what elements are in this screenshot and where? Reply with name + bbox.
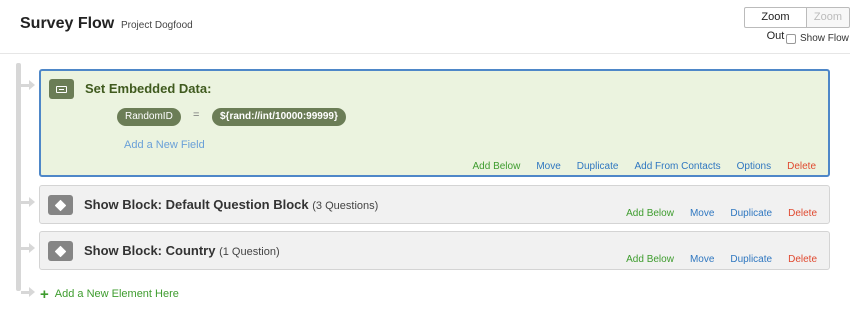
header: Survey Flow Project Dogfood Zoom Out Zoo… bbox=[0, 0, 850, 54]
question-count: (1 Question) bbox=[219, 246, 280, 258]
page-title: Survey Flow bbox=[20, 15, 115, 32]
duplicate-link[interactable]: Duplicate bbox=[730, 254, 772, 265]
embedded-field-value[interactable]: ${rand://int/10000:99999} bbox=[212, 108, 346, 126]
show-block-name: Show Block: Default Question Block bbox=[84, 197, 309, 212]
move-link[interactable]: Move bbox=[690, 208, 714, 219]
add-from-contacts-link[interactable]: Add From Contacts bbox=[634, 161, 720, 172]
duplicate-link[interactable]: Duplicate bbox=[577, 161, 619, 172]
delete-link[interactable]: Delete bbox=[787, 161, 816, 172]
delete-link[interactable]: Delete bbox=[788, 254, 817, 265]
move-link[interactable]: Move bbox=[690, 254, 714, 265]
show-block-actions: Add Below Move Duplicate Delete bbox=[626, 254, 817, 265]
project-name: Project Dogfood bbox=[121, 20, 193, 31]
add-below-link[interactable]: Add Below bbox=[626, 208, 674, 219]
delete-link[interactable]: Delete bbox=[788, 208, 817, 219]
block-cube-icon bbox=[48, 195, 73, 215]
embedded-data-title: Set Embedded Data: bbox=[85, 81, 212, 96]
show-flow-toggle[interactable]: Show Flow bbox=[786, 33, 849, 44]
move-link[interactable]: Move bbox=[536, 161, 560, 172]
add-new-element-label: Add a New Element Here bbox=[54, 288, 179, 300]
flow-arrow-icon bbox=[21, 242, 35, 254]
flow-arrow-icon bbox=[21, 286, 35, 298]
block-cube-icon bbox=[48, 241, 73, 261]
question-count: (3 Questions) bbox=[312, 200, 379, 212]
flow-arrow-icon bbox=[21, 196, 35, 208]
embedded-data-block[interactable]: Set Embedded Data: RandomID = ${rand://i… bbox=[39, 69, 830, 177]
embedded-field-key[interactable]: RandomID bbox=[117, 108, 181, 126]
flow-arrow-icon bbox=[21, 79, 35, 91]
show-block-title: Show Block: Default Question Block (3 Qu… bbox=[84, 197, 378, 212]
show-block-name: Show Block: Country bbox=[84, 243, 216, 258]
add-below-link[interactable]: Add Below bbox=[473, 161, 521, 172]
options-link[interactable]: Options bbox=[737, 161, 771, 172]
zoom-controls: Zoom Out Zoom bbox=[744, 7, 850, 42]
show-flow-checkbox[interactable] bbox=[786, 33, 796, 44]
show-block-default-question[interactable]: Show Block: Default Question Block (3 Qu… bbox=[39, 185, 830, 224]
zoom-in-button[interactable]: Zoom bbox=[806, 7, 850, 28]
flow-connector bbox=[16, 63, 21, 291]
show-flow-label: Show Flow bbox=[800, 33, 849, 44]
zoom-out-button[interactable]: Zoom Out bbox=[744, 7, 807, 42]
show-block-country[interactable]: Show Block: Country (1 Question) Add Bel… bbox=[39, 231, 830, 270]
equals-sign: = bbox=[193, 109, 200, 121]
add-new-field-link[interactable]: Add a New Field bbox=[124, 139, 205, 151]
duplicate-link[interactable]: Duplicate bbox=[730, 208, 772, 219]
show-block-title: Show Block: Country (1 Question) bbox=[84, 243, 280, 258]
add-new-element-button[interactable]: + Add a New Element Here bbox=[40, 285, 179, 303]
show-block-actions: Add Below Move Duplicate Delete bbox=[626, 208, 817, 219]
embedded-data-icon bbox=[49, 79, 74, 99]
embedded-block-actions: Add Below Move Duplicate Add From Contac… bbox=[473, 161, 817, 172]
add-below-link[interactable]: Add Below bbox=[626, 254, 674, 265]
plus-icon: + bbox=[40, 285, 49, 303]
